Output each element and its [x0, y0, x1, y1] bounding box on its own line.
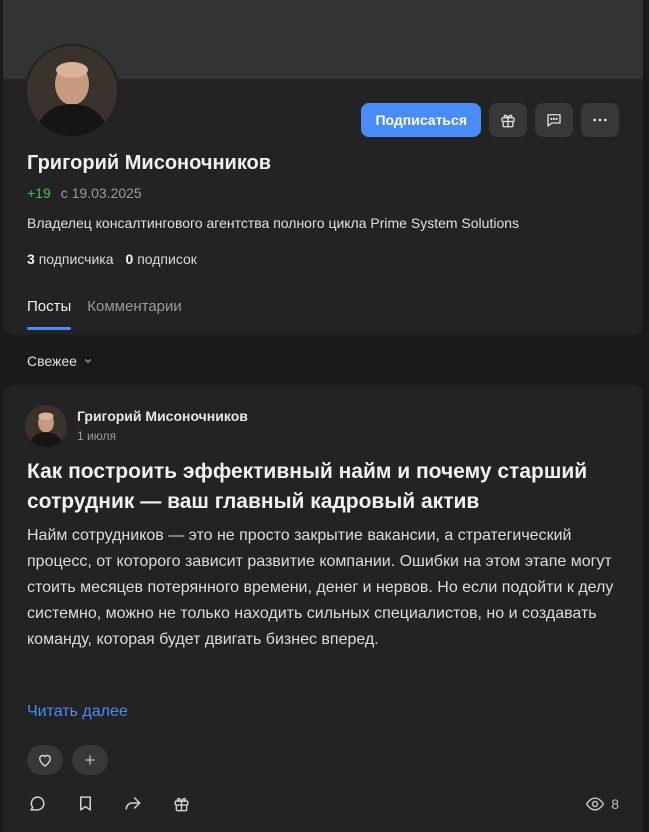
share-button[interactable]: [123, 793, 143, 813]
subscriptions-link[interactable]: 0 подписок: [126, 251, 197, 267]
reactions: [27, 745, 108, 775]
avatar-photo: [25, 405, 67, 447]
profile-actions: Подписаться: [361, 103, 619, 137]
heart-icon: [39, 754, 51, 767]
chevron-down-icon: [84, 359, 91, 363]
profile-rating: +19: [27, 185, 51, 201]
tab-comments[interactable]: Комментарии: [87, 298, 181, 327]
post-title[interactable]: Как построить эффективный найм и почему …: [27, 457, 627, 517]
profile-meta: +19 с 19.03.2025: [27, 185, 142, 201]
post-actions: [27, 793, 191, 813]
gift-button[interactable]: [489, 103, 527, 137]
eye-icon: [586, 797, 605, 811]
tab-posts[interactable]: Посты: [27, 298, 72, 330]
plus-icon: [85, 755, 95, 765]
subscribers-label: подписчика: [38, 251, 114, 267]
comment-icon: [29, 795, 45, 811]
profile-stats: 3 подписчика 0 подписок: [27, 251, 197, 267]
message-button[interactable]: [535, 103, 573, 137]
profile-name: Григорий Мисоночников: [27, 152, 272, 174]
profile-since: с 19.03.2025: [60, 185, 142, 201]
more-button[interactable]: [581, 103, 619, 137]
profile-bio: Владелец консалтингового агентства полно…: [27, 215, 520, 231]
like-button[interactable]: [27, 745, 63, 775]
profile-tabs: Посты Комментарии: [27, 298, 182, 330]
share-icon: [125, 797, 141, 810]
more-icon: [593, 118, 607, 122]
message-icon: [547, 114, 561, 127]
comment-button[interactable]: [27, 793, 47, 813]
gift-icon: [173, 797, 189, 811]
add-reaction-button[interactable]: [72, 745, 108, 775]
read-more-link[interactable]: Читать далее: [27, 703, 128, 721]
views-count: 8: [611, 796, 619, 812]
avatar-photo: [27, 46, 117, 136]
post-date: 1 июля: [77, 429, 116, 443]
post-card: Григорий Мисоночников 1 июля Как построи…: [3, 385, 643, 832]
profile-card: Подписаться Григорий Мисоночников +19 с 1…: [3, 0, 643, 335]
post-text: Найм сотрудников — это не просто закрыти…: [27, 527, 614, 648]
gift-icon: [501, 114, 515, 128]
sort-dropdown[interactable]: Свежее: [27, 353, 93, 369]
sort-label: Свежее: [27, 353, 77, 369]
views-counter: 8: [585, 794, 619, 814]
post-author-name[interactable]: Григорий Мисоночников: [77, 408, 248, 424]
donate-button[interactable]: [171, 793, 191, 813]
subscribers-link[interactable]: 3 подписчика: [27, 251, 114, 267]
subscribe-button[interactable]: Подписаться: [361, 103, 481, 137]
bookmark-icon: [79, 795, 91, 811]
subscribers-count: 3: [27, 251, 35, 267]
post-author-avatar[interactable]: [25, 405, 67, 447]
profile-avatar[interactable]: [25, 44, 119, 138]
subscriptions-count: 0: [125, 251, 134, 267]
subscriptions-label: подписок: [137, 251, 197, 267]
bookmark-button[interactable]: [75, 793, 95, 813]
